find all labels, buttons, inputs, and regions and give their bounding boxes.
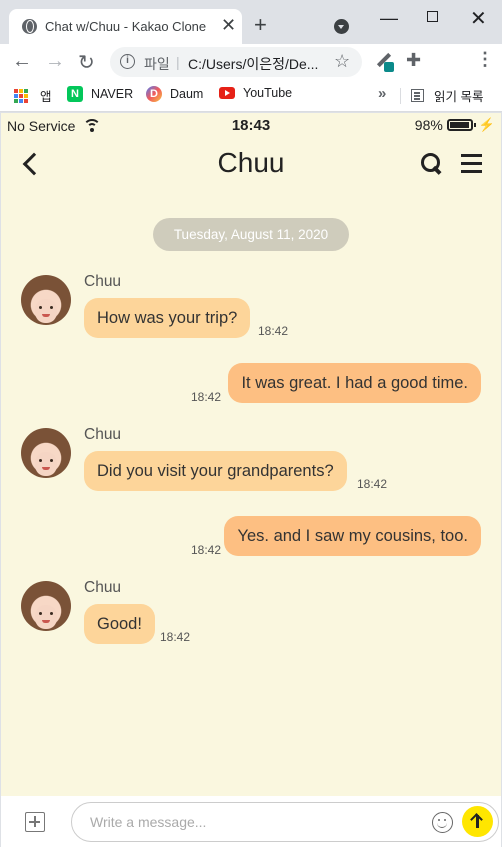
reading-list-button[interactable]: 읽기 목록: [411, 86, 483, 105]
forward-arrow-icon[interactable]: →: [45, 50, 65, 73]
chat-app: No Service 18:43 98% ⚡ Chuu Tuesday, Aug…: [1, 113, 501, 847]
browser-tab[interactable]: Chat w/Chuu - Kakao Clone ✕: [9, 9, 242, 44]
bookmark-youtube[interactable]: YouTube: [219, 86, 292, 100]
apps-grid-icon: [14, 88, 28, 103]
sender-name: Chuu: [84, 273, 122, 290]
globe-icon: [22, 19, 37, 34]
reload-icon[interactable]: ↻: [78, 50, 95, 75]
browser-tab-strip: Chat w/Chuu - Kakao Clone ✕ + — ✕: [0, 0, 502, 44]
avatar[interactable]: [21, 581, 71, 631]
charging-icon: ⚡: [478, 117, 495, 132]
address-bar[interactable]: i 파일 | C:/Users/이은정/De... ☆: [110, 47, 362, 77]
tab-title: Chat w/Chuu - Kakao Clone: [45, 19, 207, 34]
emoji-icon[interactable]: [432, 812, 453, 833]
tab-close-icon[interactable]: ✕: [221, 15, 236, 36]
eyedropper-extension-icon[interactable]: [374, 52, 394, 72]
minimize-icon[interactable]: —: [380, 8, 398, 29]
add-attachment-icon[interactable]: [25, 812, 45, 832]
message-bubble-incoming[interactable]: Good!: [84, 604, 155, 644]
browser-toolbar: ← → ↻ i 파일 | C:/Users/이은정/De... ☆ ✚ ⋮: [0, 44, 502, 80]
message-bubble-outgoing[interactable]: It was great. I had a good time.: [228, 363, 481, 403]
sender-name: Chuu: [84, 426, 122, 443]
bookmark-naver[interactable]: N NAVER: [67, 86, 133, 102]
window-close-icon[interactable]: ✕: [470, 6, 487, 31]
browser-menu-icon[interactable]: ⋮: [476, 49, 494, 70]
bookmark-daum[interactable]: D Daum: [146, 86, 203, 102]
address-url[interactable]: C:/Users/이은정/De...: [188, 54, 318, 74]
message-time: 18:42: [160, 630, 191, 644]
message-bubble-outgoing[interactable]: Yes. and I saw my cousins, too.: [224, 516, 481, 556]
bookmark-label: 앱: [40, 90, 52, 104]
search-icon[interactable]: [420, 152, 444, 176]
bookmarks-divider: [400, 88, 401, 104]
maximize-icon[interactable]: [427, 11, 438, 22]
new-tab-icon[interactable]: +: [254, 14, 267, 36]
message-time: 18:42: [258, 324, 289, 338]
date-divider: Tuesday, August 11, 2020: [153, 218, 349, 251]
message-time: 18:42: [357, 477, 388, 491]
chat-header: Chuu: [1, 139, 501, 191]
message-time: 18:42: [191, 390, 222, 404]
battery-icon: [446, 119, 476, 131]
hamburger-menu-icon[interactable]: [461, 154, 482, 174]
bookmark-label: NAVER: [91, 87, 134, 101]
more-bookmarks-button[interactable]: »: [378, 85, 386, 102]
message-composer: [1, 796, 501, 847]
battery-percent: 98%: [414, 117, 443, 133]
avatar[interactable]: [21, 275, 71, 325]
battery-status: 98% ⚡: [415, 117, 495, 133]
address-separator: |: [176, 54, 180, 70]
naver-icon: N: [67, 86, 83, 102]
message-bubble-incoming[interactable]: How was your trip?: [84, 298, 251, 338]
bookmark-label: YouTube: [243, 86, 293, 100]
back-arrow-icon[interactable]: ←: [12, 50, 32, 73]
reading-list-icon: [411, 89, 424, 102]
reading-list-label: 읽기 목록: [434, 90, 484, 104]
message-bubble-incoming[interactable]: Did you visit your grandparents?: [84, 451, 347, 491]
youtube-icon: [219, 87, 235, 99]
bookmarks-bar: 앱 N NAVER D Daum YouTube » 읽기 목록: [0, 80, 502, 112]
bookmark-star-icon[interactable]: ☆: [334, 51, 350, 72]
bookmark-apps[interactable]: 앱: [14, 86, 52, 105]
status-bar: No Service 18:43 98% ⚡: [1, 113, 501, 139]
bookmark-label: Daum: [170, 87, 204, 101]
puzzle-extensions-icon[interactable]: ✚: [406, 50, 421, 71]
address-scheme-label: 파일: [144, 56, 170, 72]
message-time: 18:42: [191, 543, 222, 557]
tab-search-icon[interactable]: [334, 19, 349, 34]
send-button[interactable]: [462, 806, 493, 837]
avatar[interactable]: [21, 428, 71, 478]
info-icon[interactable]: i: [120, 54, 135, 69]
daum-icon: D: [146, 86, 162, 102]
sender-name: Chuu: [84, 579, 122, 596]
